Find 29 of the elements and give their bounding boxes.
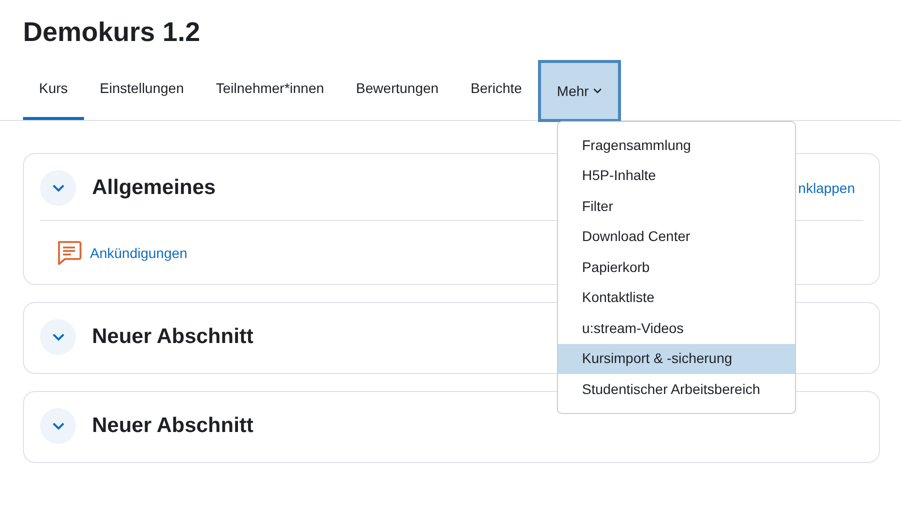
menu-item[interactable]: u:stream-Videos bbox=[558, 313, 795, 344]
section-title: Neuer Abschnitt bbox=[92, 413, 254, 439]
caret-icon bbox=[592, 88, 602, 94]
collapse-button[interactable] bbox=[40, 408, 76, 444]
nav-tab[interactable]: Berichte bbox=[454, 60, 538, 120]
more-menu-button[interactable]: Mehr bbox=[538, 60, 621, 122]
menu-item[interactable]: Filter bbox=[558, 191, 795, 222]
menu-item[interactable]: Fragensammlung bbox=[558, 130, 795, 160]
menu-item[interactable]: Kursimport & -sicherung bbox=[558, 344, 795, 374]
chevron-icon bbox=[52, 184, 64, 192]
nav-tab[interactable]: Kurs bbox=[23, 60, 84, 120]
chevron-icon bbox=[52, 422, 64, 430]
menu-item[interactable]: Papierkorb bbox=[558, 252, 795, 282]
nav-tab[interactable]: Bewertungen bbox=[340, 60, 455, 120]
section-title: Allgemeines bbox=[92, 175, 216, 201]
menu-item[interactable]: Studentischer Arbeitsbereich bbox=[558, 374, 795, 404]
activity-link[interactable]: Ankündigungen bbox=[90, 242, 188, 264]
menu-item[interactable]: Download Center bbox=[558, 222, 795, 252]
menu-item[interactable]: Kontaktliste bbox=[558, 282, 795, 313]
course-title: Demokurs 1.2 bbox=[22, 16, 202, 49]
menu-item[interactable]: H5P-Inhalte bbox=[558, 160, 795, 191]
collapse-all-link[interactable]: nklappen bbox=[798, 178, 855, 198]
forum-icon bbox=[56, 240, 82, 266]
chevron-icon bbox=[52, 333, 64, 341]
collapse-button[interactable] bbox=[40, 170, 76, 206]
section-title: Neuer Abschnitt bbox=[92, 324, 254, 350]
nav-tab[interactable]: Teilnehmer*innen bbox=[200, 60, 340, 120]
nav-tab[interactable]: Einstellungen bbox=[84, 60, 200, 120]
collapse-button[interactable] bbox=[40, 319, 76, 355]
